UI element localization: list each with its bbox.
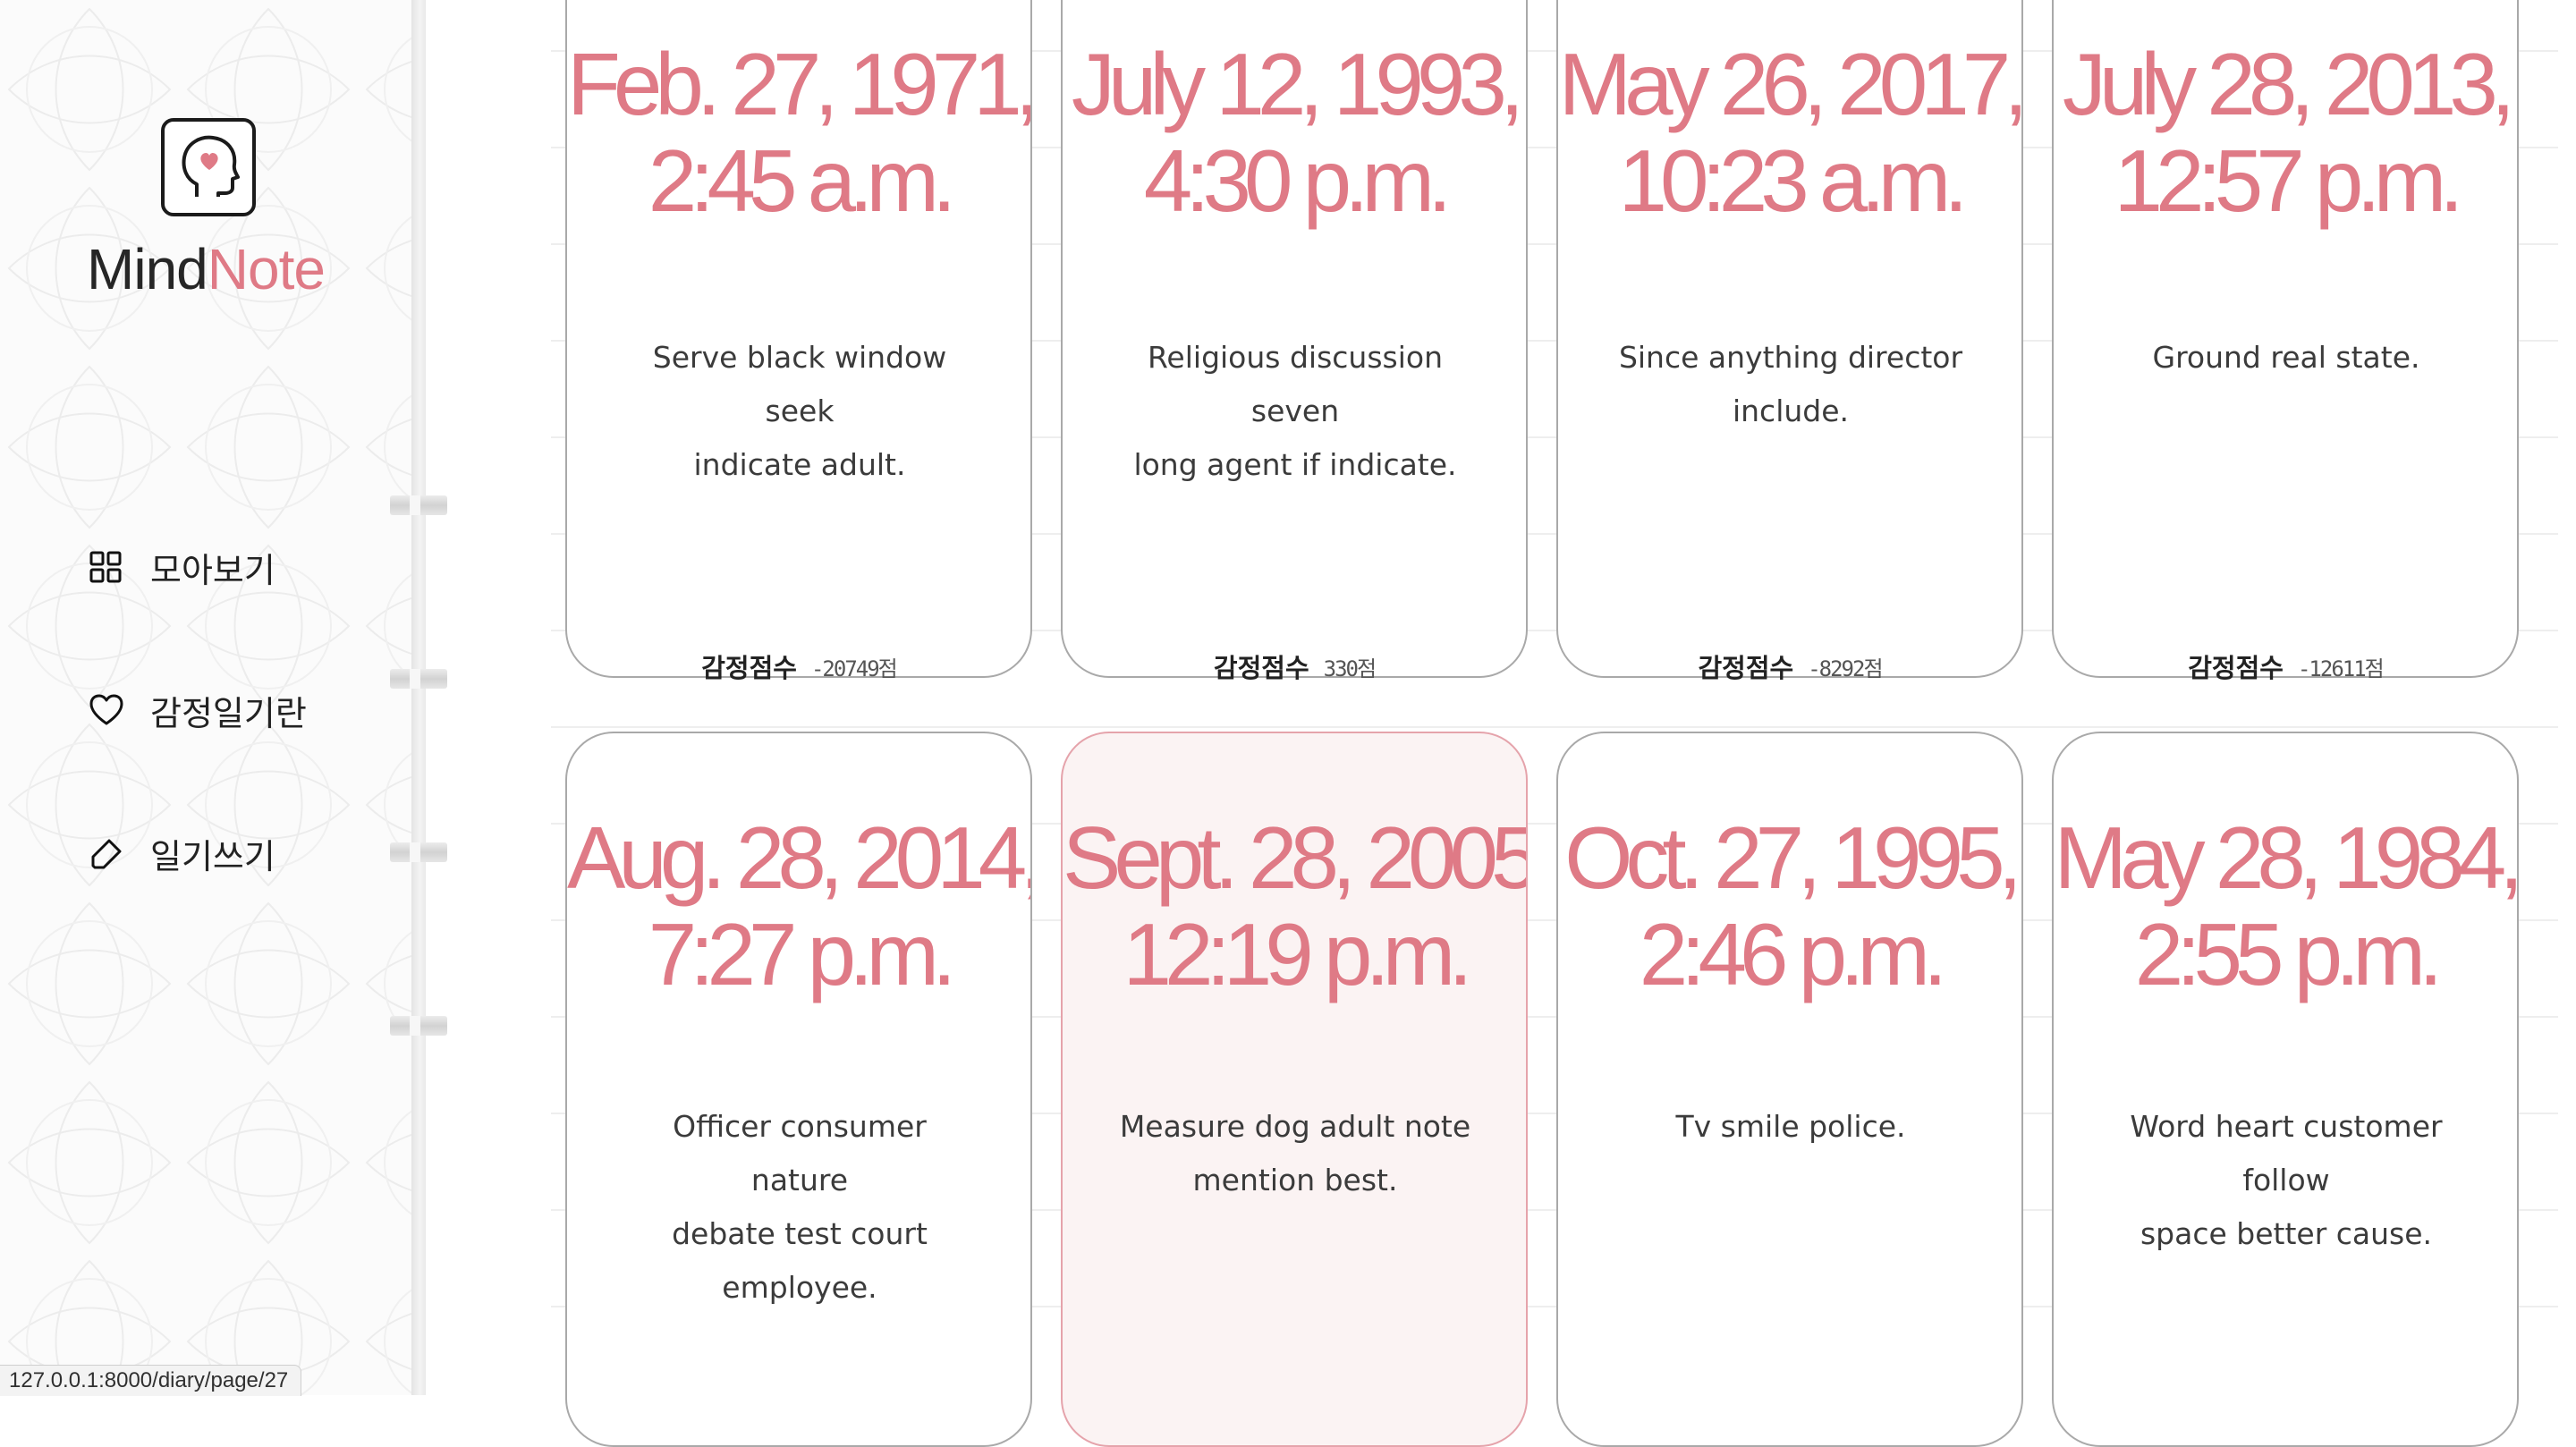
diary-card-time-line: 7:27 p.m.	[648, 905, 957, 1003]
sidebar-item-emotion-diary[interactable]: 감정일기란	[89, 683, 307, 737]
diary-card-date-line: Feb. 27, 1971,	[567, 35, 1032, 133]
sidebar-item-label: 일기쓰기	[150, 836, 275, 876]
diary-card-date-line: May 26, 2017,	[1558, 35, 2021, 133]
diary-card-time-line: 4:30 p.m.	[1143, 131, 1453, 230]
brand-name-mind: Mind	[87, 237, 208, 301]
diary-card[interactable]: May 26, 2017, 10:23 a.m. Since anything …	[1556, 0, 2023, 678]
diary-card-time-line: 12:19 p.m.	[1123, 905, 1472, 1003]
sidebar-item-write-diary[interactable]: 일기쓰기	[89, 826, 275, 880]
diary-card-text: Tv smile police.	[1675, 1109, 1906, 1144]
emotion-score-value: -8292점	[1808, 656, 1883, 681]
heart-icon	[89, 690, 129, 730]
brand-logo-text[interactable]: MindNote	[0, 236, 411, 302]
diary-card-date: July 12, 1993, 4:30 p.m.	[1063, 36, 1526, 229]
emotion-score: 감정점수 -8292점	[1556, 644, 2023, 689]
diary-card-text: Measure dog adult note mention best.	[1119, 1109, 1471, 1197]
diary-card-date-line: Sept. 28, 2005,	[1063, 808, 1528, 907]
emotion-score: 감정점수 -12611점	[2052, 644, 2519, 689]
emotion-score-label: 감정점수	[1213, 653, 1309, 683]
logo-icon[interactable]	[161, 118, 256, 216]
diary-card-date: Oct. 27, 1995, 2:46 p.m.	[1558, 809, 2021, 1003]
emotion-score-label: 감정점수	[2188, 653, 2284, 683]
diary-card-text: Religious discussion seven long agent if…	[1133, 340, 1457, 482]
diary-card[interactable]: Oct. 27, 1995, 2:46 p.m. Tv smile police…	[1556, 732, 2023, 1447]
diary-card-date: Aug. 28, 2014, 7:27 p.m.	[567, 809, 1030, 1003]
diary-card-hovered[interactable]: Sept. 28, 2005, 12:19 p.m. Measure dog a…	[1061, 732, 1528, 1447]
emotion-score-label: 감정점수	[701, 653, 797, 683]
notebook-spine	[411, 0, 426, 1395]
emotion-score: 감정점수 330점	[1061, 644, 1528, 689]
emotion-score: 감정점수 -20749점	[565, 644, 1032, 689]
sidebar-item-collection[interactable]: 모아보기	[89, 540, 275, 594]
status-bar-url: 127.0.0.1:8000/diary/page/27	[0, 1365, 302, 1396]
diary-card[interactable]: May 28, 1984, 2:55 p.m. Word heart custo…	[2052, 732, 2519, 1447]
diary-card-date: May 28, 1984, 2:55 p.m.	[2054, 809, 2517, 1003]
diary-card-date-line: May 28, 1984,	[2054, 808, 2517, 907]
diary-card-time-line: 2:45 a.m.	[648, 131, 957, 230]
brand-name-note: Note	[207, 237, 326, 301]
emotion-score-value: 330점	[1323, 656, 1377, 681]
grid-icon	[89, 547, 129, 587]
diary-card-time-line: 2:55 p.m.	[2134, 905, 2444, 1003]
diary-card-date-line: Oct. 27, 1995,	[1564, 808, 2021, 907]
diary-card[interactable]: July 28, 2013, 12:57 p.m. Ground real st…	[2052, 0, 2519, 678]
diary-card[interactable]: July 12, 1993, 4:30 p.m. Religious discu…	[1061, 0, 1528, 678]
diary-card-text: Serve black window seek indicate adult.	[652, 340, 947, 482]
emotion-score-label: 감정점수	[1698, 653, 1794, 683]
diary-grid: Feb. 27, 1971, 2:45 a.m. Serve black win…	[426, 0, 2576, 1447]
diary-card-date-line: July 12, 1993,	[1071, 35, 1524, 133]
diary-card[interactable]: Aug. 28, 2014, 7:27 p.m. Officer consume…	[565, 732, 1032, 1447]
diary-card-text: Ground real state.	[2152, 340, 2420, 375]
diary-card-date: July 28, 2013, 12:57 p.m.	[2054, 36, 2517, 229]
sidebar: MindNote 모아보기 감정일기란 일기쓰기	[0, 0, 411, 1395]
emotion-score-value: -12611점	[2297, 656, 2385, 681]
diary-card-time-line: 2:46 p.m.	[1639, 905, 1948, 1003]
diary-card-text: Officer consumer nature debate test cour…	[672, 1109, 928, 1305]
diary-card-date: May 26, 2017, 10:23 a.m.	[1558, 36, 2021, 229]
diary-card-time-line: 12:57 p.m.	[2114, 131, 2463, 230]
diary-card-date-line: Aug. 28, 2014,	[567, 808, 1032, 907]
pencil-icon	[89, 834, 129, 873]
diary-card-time-line: 10:23 a.m.	[1618, 131, 1968, 230]
sidebar-item-label: 감정일기란	[150, 693, 307, 733]
diary-card-date: Sept. 28, 2005, 12:19 p.m.	[1063, 809, 1526, 1003]
diary-card-text: Word heart customer follow space better …	[2130, 1109, 2443, 1251]
diary-card-date: Feb. 27, 1971, 2:45 a.m.	[567, 36, 1030, 229]
emotion-score-value: -20749점	[810, 656, 898, 681]
page-rule-line	[551, 726, 2558, 728]
diary-card[interactable]: Feb. 27, 1971, 2:45 a.m. Serve black win…	[565, 0, 1032, 678]
sidebar-item-label: 모아보기	[150, 550, 275, 590]
diary-card-text: Since anything director include.	[1618, 340, 1963, 428]
diary-card-date-line: July 28, 2013,	[2062, 35, 2515, 133]
